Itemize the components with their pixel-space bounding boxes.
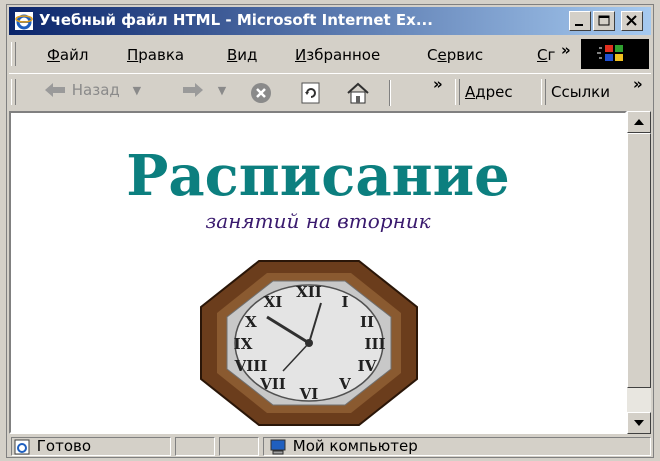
scroll-down-icon [634,420,644,426]
close-icon [626,15,637,26]
links-overflow[interactable]: » [633,75,643,93]
svg-text:VII: VII [259,375,286,393]
forward-dropdown-icon[interactable]: ▼ [218,84,226,97]
computer-icon [270,439,286,454]
back-dropdown-icon[interactable]: ▼ [133,84,141,97]
svg-text:III: III [364,335,385,353]
stop-icon[interactable] [249,81,273,105]
maximize-icon [598,15,610,26]
windows-logo [581,39,649,69]
ie-icon [15,12,33,30]
menu-view[interactable]: Вид [227,46,257,64]
toolbar-overflow[interactable]: » [433,75,443,93]
browser-window: Учебный файл HTML - Microsoft Internet E… [6,4,654,458]
scroll-thumb[interactable] [627,133,651,388]
svg-text:XII: XII [296,283,322,301]
svg-text:VIII: VIII [234,357,268,375]
title-bar[interactable]: Учебный файл HTML - Microsoft Internet E… [9,7,651,35]
scroll-up-icon [634,119,644,125]
menu-bar: Файл Правка Вид Избранное Сервис Сг » [9,39,651,69]
page-content: Расписание занятий на вторник XII I II I… [9,111,627,434]
svg-text:I: I [341,293,348,311]
svg-text:XI: XI [264,293,283,311]
scroll-up-button[interactable] [627,111,651,133]
toolbar-grip[interactable] [11,79,16,105]
menu-file[interactable]: Файл [47,46,88,64]
address-label[interactable]: Адрес [465,83,513,101]
back-button[interactable]: Назад ▼ [43,80,141,100]
window-title: Учебный файл HTML - Microsoft Internet E… [39,11,433,29]
svg-text:X: X [245,313,257,331]
links-grip[interactable] [541,79,546,105]
svg-text:II: II [360,313,374,331]
status-text: Готово [36,437,92,455]
status-panel-2 [175,437,215,456]
minimize-button[interactable] [569,11,591,31]
windows-logo-icon [597,45,623,61]
navigation-toolbar: Назад ▼ ▼ » Адрес Ссылки » [9,73,651,110]
status-bar: Готово Мой компьютер [9,436,651,457]
menu-grip[interactable] [11,42,16,66]
scroll-down-button[interactable] [627,412,651,434]
status-panel-3 [219,437,259,456]
menu-overflow[interactable]: » [561,41,571,59]
svg-text:IV: IV [358,357,377,375]
menu-edit[interactable]: Правка [127,46,184,64]
refresh-icon[interactable] [299,81,323,105]
address-grip[interactable] [455,79,460,105]
zone-text: Мой компьютер [292,437,418,455]
clock-image: XII I II III IV V VI VII VIII IX X XI [200,260,418,426]
menu-tools[interactable]: Сервис [427,46,483,64]
forward-arrow-icon [183,83,203,97]
menu-help-truncated[interactable]: Сг [537,46,555,64]
page-subheading: занятий на вторник [205,209,431,233]
status-panel-main: Готово [11,437,171,456]
links-label[interactable]: Ссылки [551,83,610,101]
close-button[interactable] [621,11,643,31]
page-icon [14,439,30,454]
minimize-icon [575,24,583,26]
back-button-label: Назад [71,81,120,99]
vertical-scrollbar[interactable] [627,111,651,434]
maximize-button[interactable] [593,11,615,31]
menu-favorites[interactable]: Избранное [295,46,380,64]
status-panel-zone: Мой компьютер [263,437,651,456]
svg-text:VI: VI [299,385,319,403]
toolbar-separator [389,80,391,106]
forward-button[interactable]: ▼ [181,80,226,100]
svg-text:V: V [338,375,351,393]
home-icon[interactable] [345,80,371,106]
svg-text:IX: IX [234,335,253,353]
back-arrow-icon [45,83,65,97]
page-heading: Расписание [126,143,510,209]
